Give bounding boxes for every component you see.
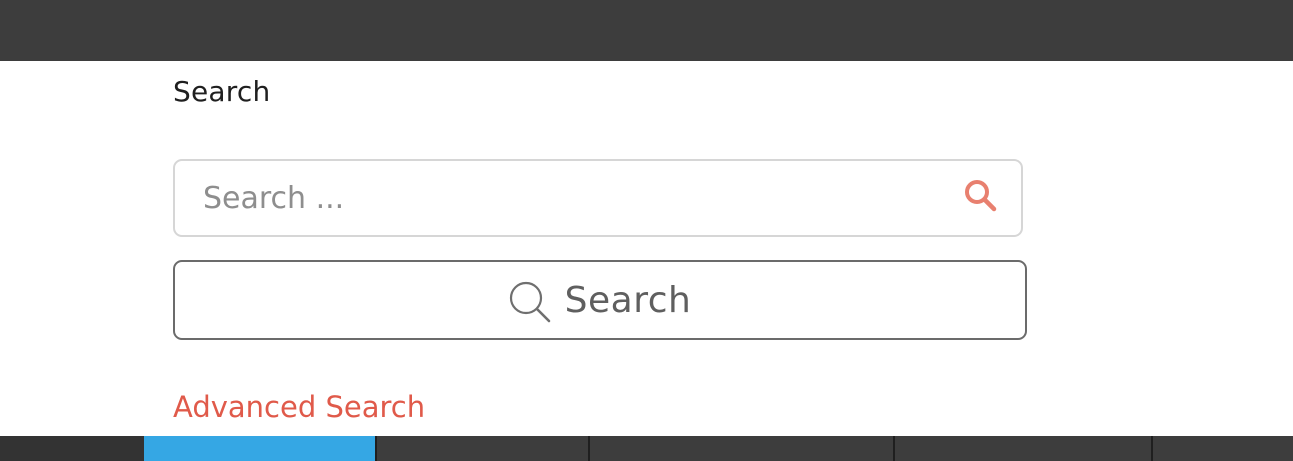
nav-item-6[interactable] <box>1151 436 1293 461</box>
nav-item-1[interactable] <box>0 436 144 461</box>
search-button-label: Search <box>564 279 692 321</box>
advanced-search-link[interactable]: Advanced Search <box>173 388 425 426</box>
nav-item-3[interactable] <box>375 436 588 461</box>
search-button[interactable]: Search <box>173 260 1027 340</box>
bottom-nav-bar <box>0 436 1293 461</box>
nav-item-5[interactable] <box>893 436 1151 461</box>
nav-item-4[interactable] <box>588 436 893 461</box>
top-bar <box>0 0 1293 61</box>
search-input[interactable] <box>203 161 943 235</box>
nav-item-active[interactable] <box>144 436 375 461</box>
search-icon[interactable] <box>963 178 997 212</box>
search-field[interactable] <box>173 159 1023 237</box>
search-icon <box>509 281 550 323</box>
page-title: Search <box>173 75 271 108</box>
